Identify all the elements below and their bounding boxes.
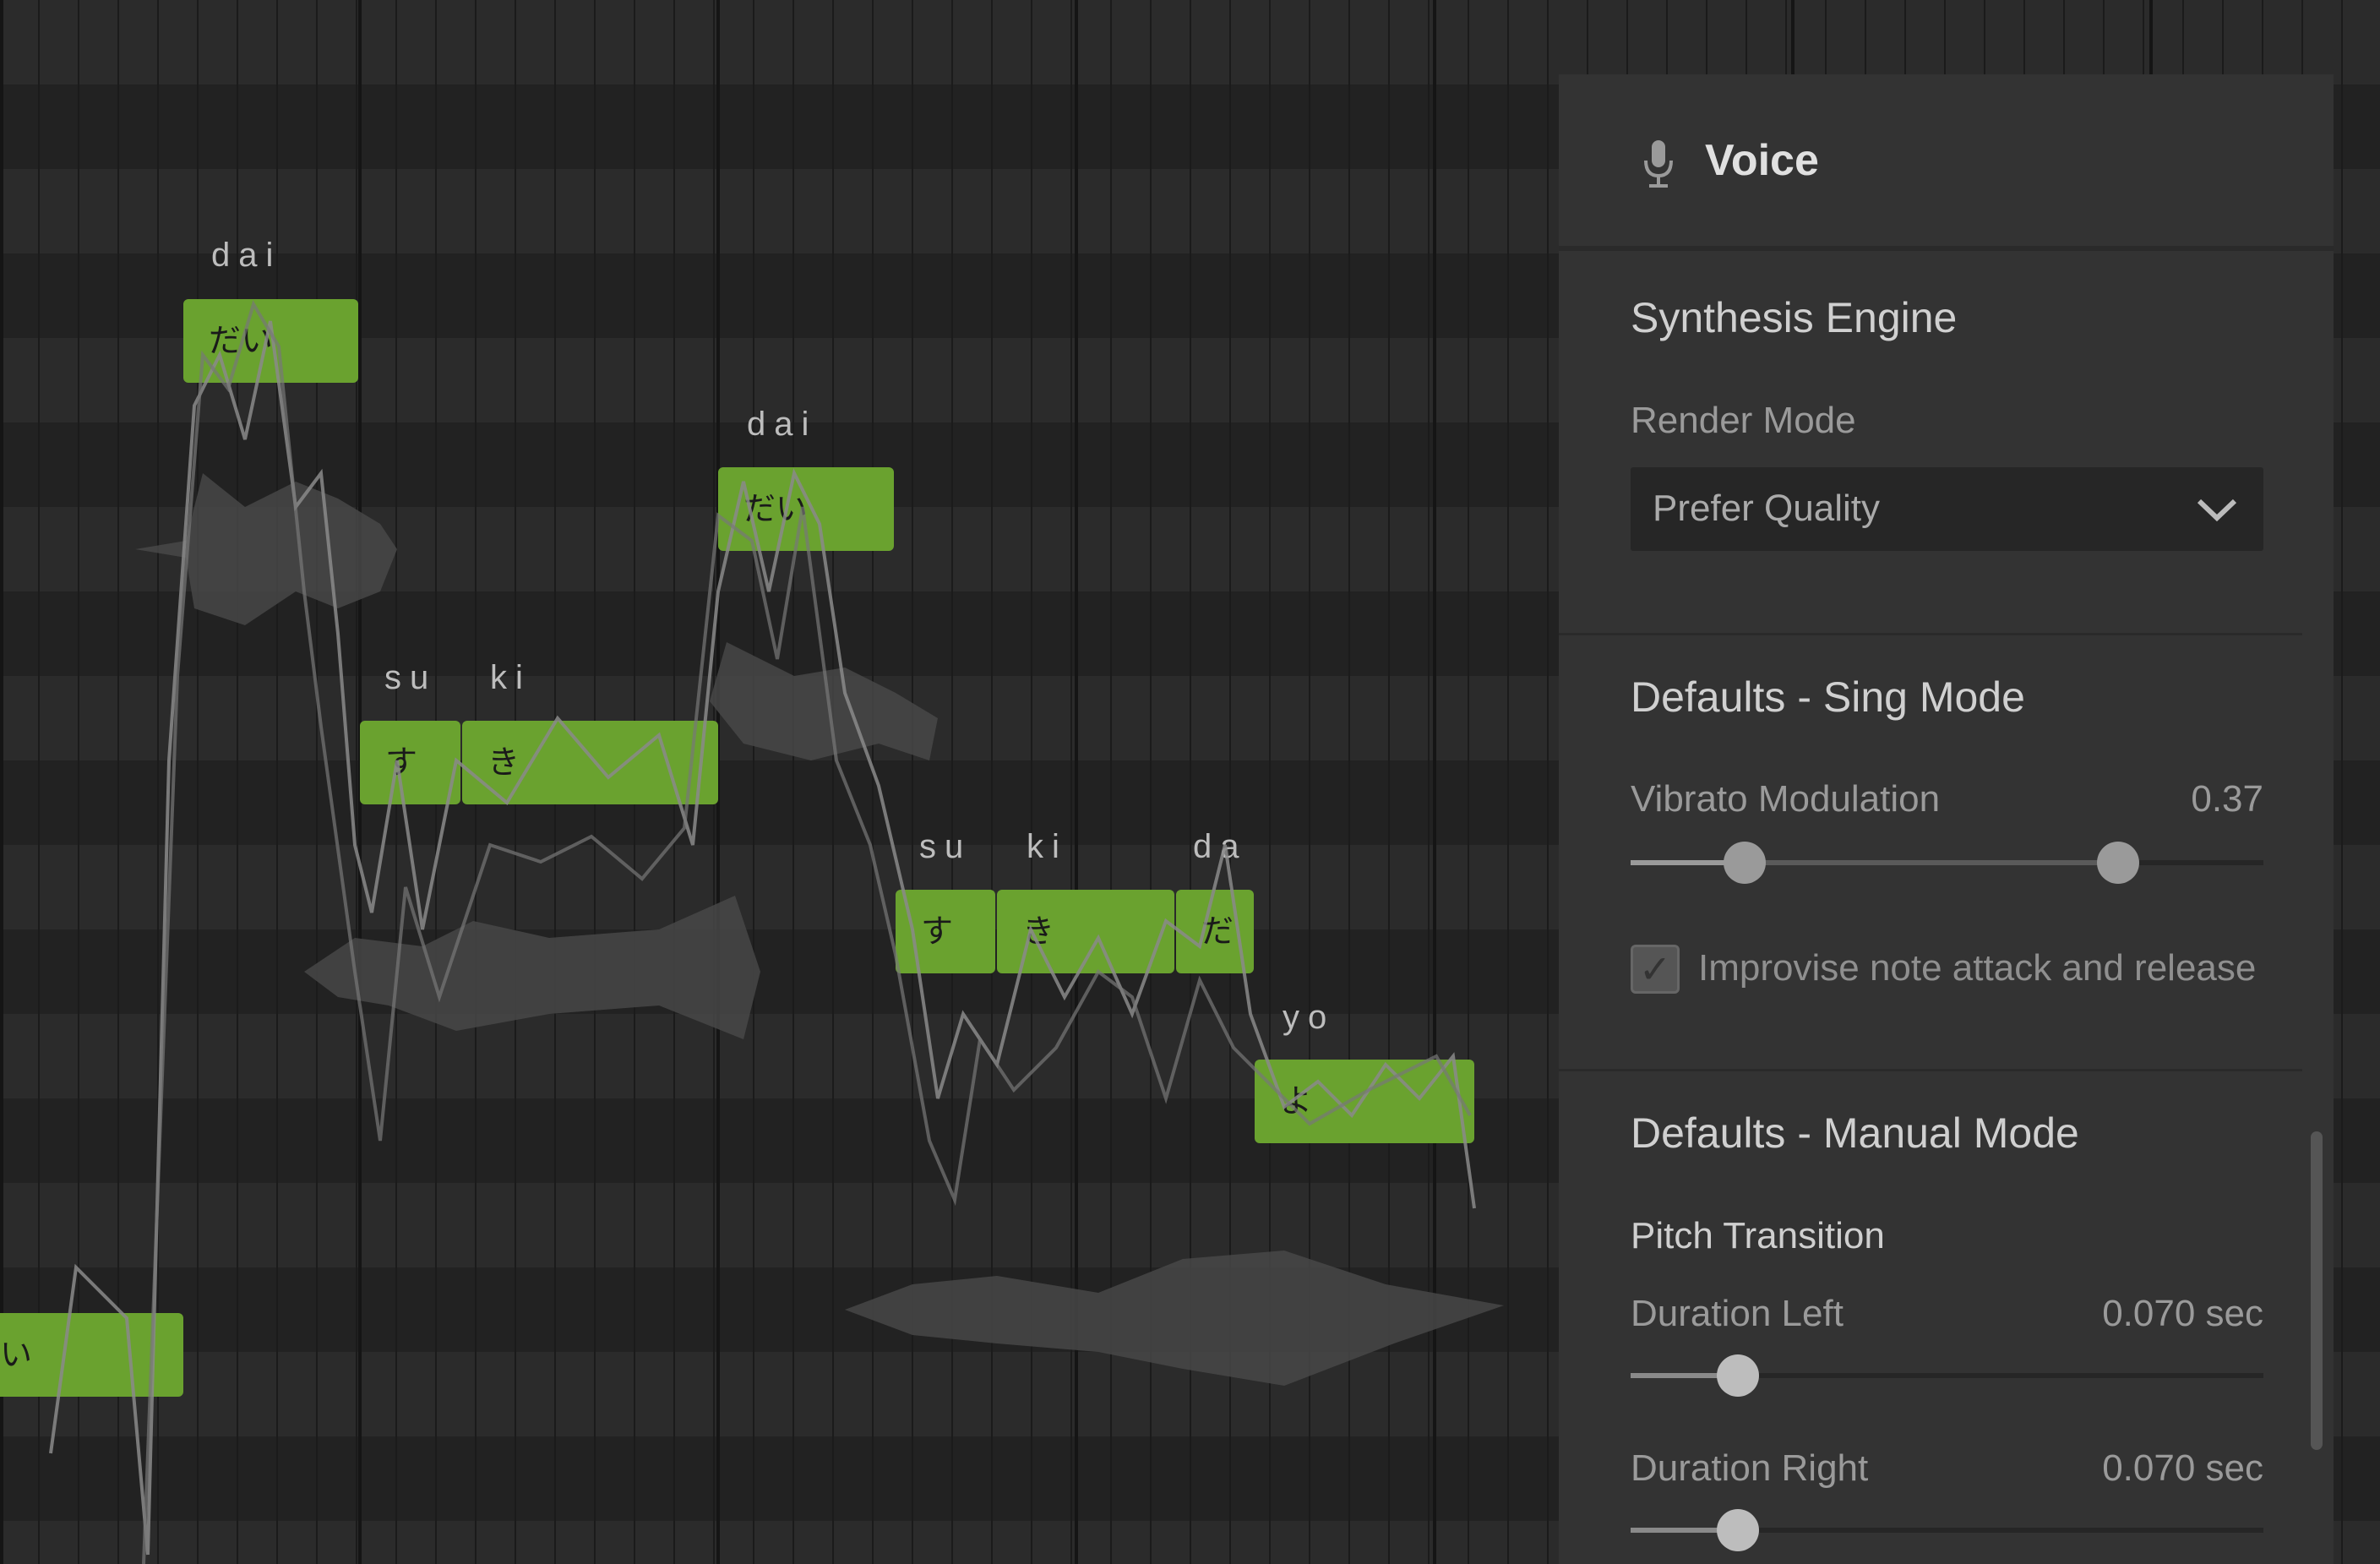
improvise-checkbox[interactable]: ✓ (1631, 945, 1680, 994)
render-mode-label: Render Mode (1631, 400, 1856, 442)
render-mode-value: Prefer Quality (1653, 488, 1880, 530)
vibrato-value: 0.37 (2191, 778, 2263, 820)
panel-title: Voice (1705, 135, 1819, 186)
divider (1559, 633, 2302, 635)
pitch-curve (51, 321, 1474, 1555)
voice-panel: Voice Synthesis Engine Render Mode Prefe… (1559, 74, 2334, 1564)
improvise-label: Improvise note attack and release (1698, 947, 2256, 989)
duration-right-value: 0.070 sec (2102, 1447, 2263, 1490)
duration-left-label: Duration Left (1631, 1293, 1844, 1335)
pitch-curve (144, 304, 1470, 1564)
panel-header: Voice (1559, 74, 2334, 251)
duration-right-label: Duration Right (1631, 1447, 1868, 1490)
slider-thumb-secondary[interactable] (2097, 842, 2139, 884)
duration-right-slider[interactable] (1631, 1528, 2263, 1533)
vibrato-label: Vibrato Modulation (1631, 778, 1940, 820)
slider-thumb[interactable] (1724, 842, 1766, 884)
pitch-transition-heading: Pitch Transition (1631, 1215, 1885, 1257)
section-heading: Defaults - Sing Mode (1631, 673, 2025, 722)
slider-rest (2118, 860, 2263, 865)
slider-thumb[interactable] (1717, 1509, 1759, 1551)
duration-left-slider[interactable] (1631, 1373, 2263, 1378)
divider (1559, 1069, 2302, 1071)
vibrato-slider[interactable] (1631, 860, 2263, 865)
render-mode-dropdown[interactable]: Prefer Quality (1631, 467, 2263, 551)
section-heading: Synthesis Engine (1631, 293, 1957, 342)
panel-scrollbar[interactable] (2311, 1131, 2323, 1450)
chevron-down-icon (2196, 498, 2238, 521)
section-heading: Defaults - Manual Mode (1631, 1109, 2079, 1158)
microphone-icon (1642, 139, 1675, 189)
duration-left-value: 0.070 sec (2102, 1293, 2263, 1335)
slider-thumb[interactable] (1717, 1354, 1759, 1397)
